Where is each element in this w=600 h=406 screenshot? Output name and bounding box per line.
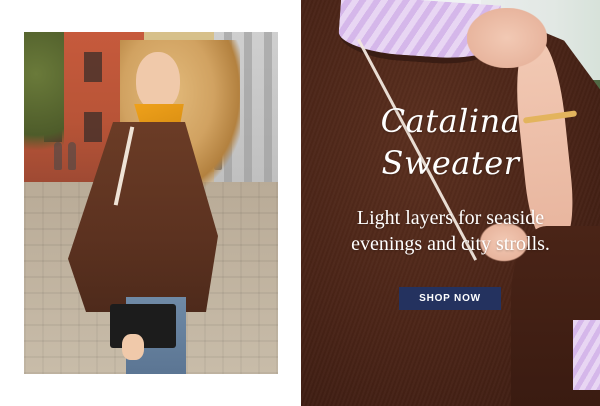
hero-headline: Catalina Sweater: [301, 100, 600, 184]
model-face: [136, 52, 180, 110]
model-hand: [467, 8, 547, 68]
model-hand: [122, 334, 144, 360]
product-closeup-photo: [301, 0, 600, 406]
shop-now-button[interactable]: SHOP NOW: [399, 287, 501, 310]
subheading-line-1: Light layers for seaside: [356, 207, 545, 229]
headline-line-1: Catalina: [380, 102, 521, 140]
subheading-line-2: evenings and city strolls.: [351, 233, 550, 255]
shirt-cuff: [573, 320, 600, 390]
hero-subheading: Light layers for seaside evenings and ci…: [301, 205, 600, 257]
headline-line-2: Sweater: [381, 144, 520, 182]
lifestyle-photo: [24, 32, 278, 374]
